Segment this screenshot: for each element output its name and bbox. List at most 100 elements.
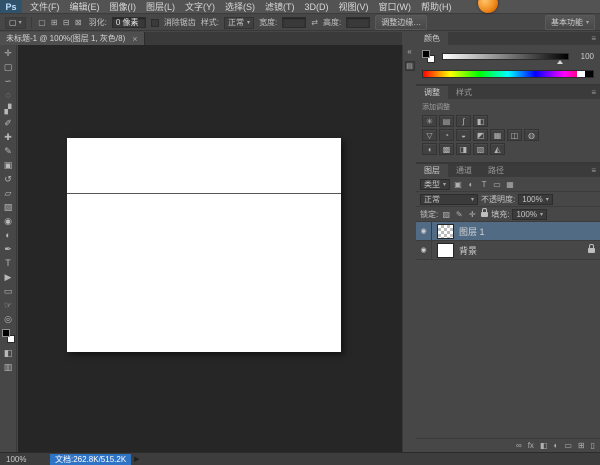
height-input[interactable] [346,17,371,28]
selection-mode-new-icon[interactable]: ▢ [37,17,48,28]
tool-crop[interactable]: ▞ [1,102,16,116]
adjustment-color-lookup-icon[interactable]: ◍ [524,129,539,141]
tool-healing-brush[interactable]: ✚ [1,130,16,144]
tab-adjustments[interactable]: 调整 [416,86,448,99]
tab-channels[interactable]: 通道 [448,164,480,177]
selection-mode-add-icon[interactable]: ⊞ [49,17,60,28]
spectrum-white-swatch[interactable] [577,71,585,77]
layer-style-icon[interactable]: fx [528,441,534,450]
adjustment-exposure-icon[interactable]: ◧ [473,115,488,127]
layer-group-icon[interactable]: ▭ [564,441,572,450]
layer-mask-icon[interactable]: ◧ [540,441,548,450]
slider-thumb[interactable] [557,60,563,64]
tab-layers[interactable]: 图层 [416,164,448,177]
adjustment-invert-icon[interactable]: ◖ [422,143,437,155]
close-tab-icon[interactable]: × [132,34,137,44]
blend-mode-select[interactable]: 正常 ▾ [420,193,478,205]
screen-mode-button[interactable]: ▥ [1,360,16,374]
adjustment-levels-icon[interactable]: ▤ [439,115,454,127]
tool-path-select[interactable]: ▶ [1,270,16,284]
tool-blur[interactable]: ◉ [1,214,16,228]
adjustment-color-balance-icon[interactable]: ◒ [456,129,471,141]
fill-select[interactable]: 100% ▾ [512,208,547,220]
panel-menu-icon[interactable]: ≡ [587,164,600,177]
document-tab[interactable]: 未标题-1 @ 100%(图层 1, 灰色/8) × [0,32,145,45]
panel-menu-icon[interactable]: ≡ [587,86,600,99]
filter-shape-icon[interactable]: ▭ [492,180,502,189]
tool-history-brush[interactable]: ↺ [1,172,16,186]
tool-dodge[interactable]: ◐ [1,228,16,242]
workspace-switcher[interactable]: 基本功能 ▾ [544,15,595,30]
layer-row-background[interactable]: ◉ 背景 [416,241,600,260]
layer-thumbnail[interactable] [437,242,454,258]
swap-dimensions-icon[interactable]: ⇄ [311,18,318,27]
menu-view[interactable]: 视图(V) [334,0,374,13]
tool-move[interactable]: ✛ [1,46,16,60]
antialias-checkbox[interactable] [150,18,159,27]
opacity-select[interactable]: 100% ▾ [518,193,553,205]
collapsed-panel-icon[interactable]: ▤ [404,61,415,71]
filter-pixel-icon[interactable]: ▣ [453,180,463,189]
tab-paths[interactable]: 路径 [480,164,512,177]
refine-edge-button[interactable]: 调整边缘… [375,15,428,30]
menu-window[interactable]: 窗口(W) [374,0,417,13]
canvas-area[interactable] [18,45,402,452]
color-swatches[interactable] [1,329,15,343]
selection-mode-intersect-icon[interactable]: ⊠ [73,17,84,28]
tool-zoom[interactable]: ◎ [1,312,16,326]
layer-thumbnail[interactable] [437,223,454,239]
link-layers-icon[interactable]: ∞ [516,441,522,450]
adjustment-layer-icon[interactable]: ◐ [553,441,558,450]
expand-dock-icon[interactable]: « [407,47,411,56]
adjustment-vibrance-icon[interactable]: ▽ [422,129,437,141]
style-select[interactable]: 正常 ▾ [224,16,255,29]
tool-eraser[interactable]: ▱ [1,186,16,200]
feather-input[interactable]: 0 像素 [111,17,146,28]
menu-3d[interactable]: 3D(D) [300,2,334,12]
layer-visibility-toggle[interactable]: ◉ [416,222,432,240]
tool-marquee[interactable]: ▢ [1,60,16,74]
tool-type[interactable]: T [1,256,16,270]
lock-all-icon[interactable] [481,207,489,217]
width-input[interactable] [282,17,307,28]
new-layer-icon[interactable]: ⊞ [578,441,585,450]
menu-type[interactable]: 文字(Y) [180,0,220,13]
zoom-level-field[interactable]: 100% [6,455,32,464]
menu-edit[interactable]: 编辑(E) [65,0,105,13]
layer-filter-select[interactable]: 类型 ▾ [420,178,451,190]
tool-quick-select[interactable]: ◌ [1,88,16,102]
tool-clone-stamp[interactable]: ▣ [1,158,16,172]
adjustment-black-white-icon[interactable]: ◩ [473,129,488,141]
adjustment-brightness-icon[interactable]: ✳ [422,115,437,127]
layer-name[interactable]: 图层 1 [459,225,600,238]
tool-shape[interactable]: ▭ [1,284,16,298]
selection-mode-subtract-icon[interactable]: ⊟ [61,17,72,28]
color-swatch-pair[interactable] [422,50,435,63]
panel-menu-icon[interactable]: ≡ [587,32,600,45]
adjustment-curves-icon[interactable]: ʃ [456,115,471,127]
lock-position-icon[interactable]: ✛ [467,210,477,219]
adjustment-gradient-map-icon[interactable]: ▧ [473,143,488,155]
menu-filter[interactable]: 滤镜(T) [260,0,300,13]
filter-adjustment-icon[interactable]: ◐ [466,180,476,189]
menu-help[interactable]: 帮助(H) [416,0,457,13]
quick-mask-button[interactable]: ◧ [1,346,16,360]
filter-type-icon[interactable]: T [479,180,489,189]
foreground-color-swatch[interactable] [422,50,430,58]
adjustment-hue-icon[interactable]: ◔ [439,129,454,141]
document-size-info[interactable]: 文档:262.8K/515.2K [50,453,132,465]
tool-eyedropper[interactable]: ✐ [1,116,16,130]
tool-lasso[interactable]: ∽ [1,74,16,88]
filter-smart-object-icon[interactable]: ▦ [505,180,515,189]
layer-row-layer1[interactable]: ◉ 图层 1 [416,222,600,241]
adjustment-posterize-icon[interactable]: ▩ [439,143,454,155]
foreground-color-swatch[interactable] [1,329,10,337]
layer-name[interactable]: 背景 [459,244,587,257]
tab-color[interactable]: 颜色 [416,32,448,45]
gray-slider[interactable] [442,53,569,64]
tool-hand[interactable]: ☞ [1,298,16,312]
lock-pixels-icon[interactable]: ✎ [454,210,464,219]
adjustment-channel-mixer-icon[interactable]: ◫ [507,129,522,141]
adjustment-photo-filter-icon[interactable]: ▦ [490,129,505,141]
menu-file[interactable]: 文件(F) [25,0,65,13]
